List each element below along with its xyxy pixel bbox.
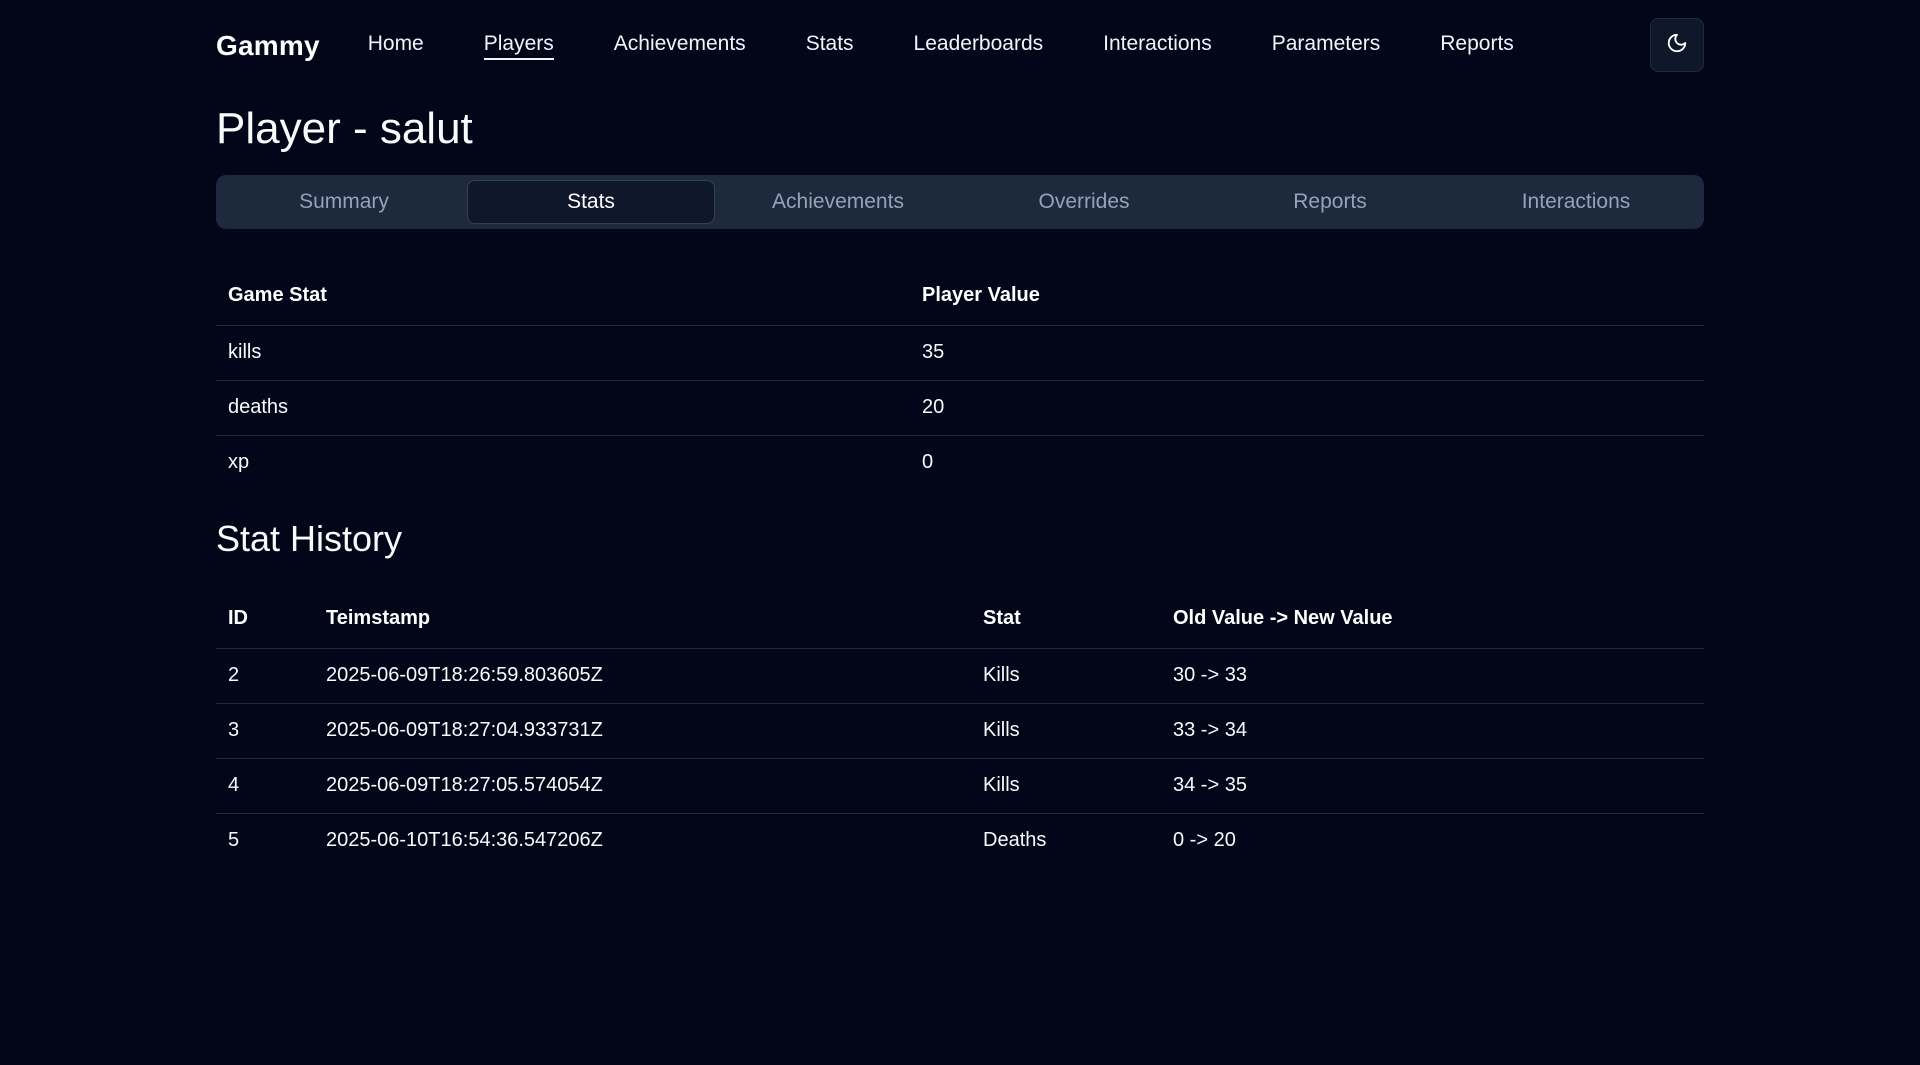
- history-change: 34 -> 35: [1161, 758, 1704, 814]
- table-row: kills 35: [216, 325, 1704, 381]
- nav-link-home[interactable]: Home: [368, 32, 424, 60]
- tab-summary[interactable]: Summary: [221, 180, 467, 224]
- page-title: Player - salut: [216, 104, 473, 153]
- history-id: 4: [216, 758, 314, 814]
- table-row: 4 2025-06-09T18:27:05.574054Z Kills 34 -…: [216, 758, 1704, 814]
- history-id: 2: [216, 648, 314, 704]
- history-timestamp: 2025-06-10T16:54:36.547206Z: [326, 829, 603, 852]
- stat-name: xp: [228, 451, 250, 474]
- top-nav: Gammy Home Players Achievements Stats Le…: [216, 0, 1704, 92]
- table-row: deaths 20: [216, 380, 1704, 436]
- tab-stats[interactable]: Stats: [467, 180, 715, 224]
- nav-link-reports[interactable]: Reports: [1440, 32, 1514, 60]
- nav-link-stats[interactable]: Stats: [806, 32, 854, 60]
- player-tabs: Summary Stats Achievements Overrides Rep…: [216, 175, 1704, 229]
- column-header-player-value: Player Value: [910, 267, 1704, 326]
- table-row: xp 0: [216, 435, 1704, 490]
- stat-name: kills: [216, 325, 910, 381]
- history-stat: Kills: [971, 703, 1161, 759]
- history-id: 5: [228, 829, 240, 852]
- nav-link-leaderboards[interactable]: Leaderboards: [914, 32, 1044, 60]
- stat-history-table: ID Teimstamp Stat Old Value -> New Value…: [216, 590, 1704, 868]
- stat-value: 0: [922, 451, 934, 474]
- column-header-change: Old Value -> New Value: [1161, 590, 1704, 649]
- table-header-row: ID Teimstamp Stat Old Value -> New Value: [216, 590, 1704, 649]
- tab-interactions[interactable]: Interactions: [1453, 180, 1699, 224]
- stat-value: 35: [910, 325, 1704, 381]
- history-stat: Kills: [971, 758, 1161, 814]
- app-container: Gammy Home Players Achievements Stats Le…: [216, 0, 1704, 868]
- moon-icon: [1666, 32, 1688, 59]
- column-header-game-stat: Game Stat: [216, 267, 910, 326]
- table-row: 2 2025-06-09T18:26:59.803605Z Kills 30 -…: [216, 648, 1704, 704]
- history-timestamp: 2025-06-09T18:26:59.803605Z: [314, 648, 971, 704]
- column-header-stat: Stat: [971, 590, 1161, 649]
- column-header-timestamp: Teimstamp: [314, 590, 971, 649]
- brand-logo[interactable]: Gammy: [216, 30, 320, 62]
- column-header-id: ID: [216, 590, 314, 649]
- history-change: 33 -> 34: [1161, 703, 1704, 759]
- table-row: 5 2025-06-10T16:54:36.547206Z Deaths 0 -…: [216, 813, 1704, 868]
- nav-link-achievements[interactable]: Achievements: [614, 32, 746, 60]
- history-timestamp: 2025-06-09T18:27:05.574054Z: [314, 758, 971, 814]
- history-change: 30 -> 33: [1161, 648, 1704, 704]
- tab-reports[interactable]: Reports: [1207, 180, 1453, 224]
- nav-links: Home Players Achievements Stats Leaderbo…: [368, 32, 1574, 60]
- tab-overrides[interactable]: Overrides: [961, 180, 1207, 224]
- stat-name: deaths: [216, 380, 910, 436]
- history-timestamp: 2025-06-09T18:27:04.933731Z: [314, 703, 971, 759]
- table-header-row: Game Stat Player Value: [216, 267, 1704, 326]
- theme-toggle-button[interactable]: [1650, 18, 1704, 72]
- stat-value: 20: [910, 380, 1704, 436]
- nav-link-players[interactable]: Players: [483, 32, 554, 60]
- stat-history-title: Stat History: [216, 518, 403, 559]
- tab-achievements[interactable]: Achievements: [715, 180, 961, 224]
- table-row: 3 2025-06-09T18:27:04.933731Z Kills 33 -…: [216, 703, 1704, 759]
- history-change: 0 -> 20: [1173, 829, 1236, 852]
- history-stat: Kills: [971, 648, 1161, 704]
- history-id: 3: [216, 703, 314, 759]
- nav-link-interactions[interactable]: Interactions: [1103, 32, 1212, 60]
- stats-table: Game Stat Player Value kills 35 deaths 2…: [216, 267, 1704, 490]
- history-stat: Deaths: [983, 829, 1047, 852]
- nav-link-parameters[interactable]: Parameters: [1272, 32, 1381, 60]
